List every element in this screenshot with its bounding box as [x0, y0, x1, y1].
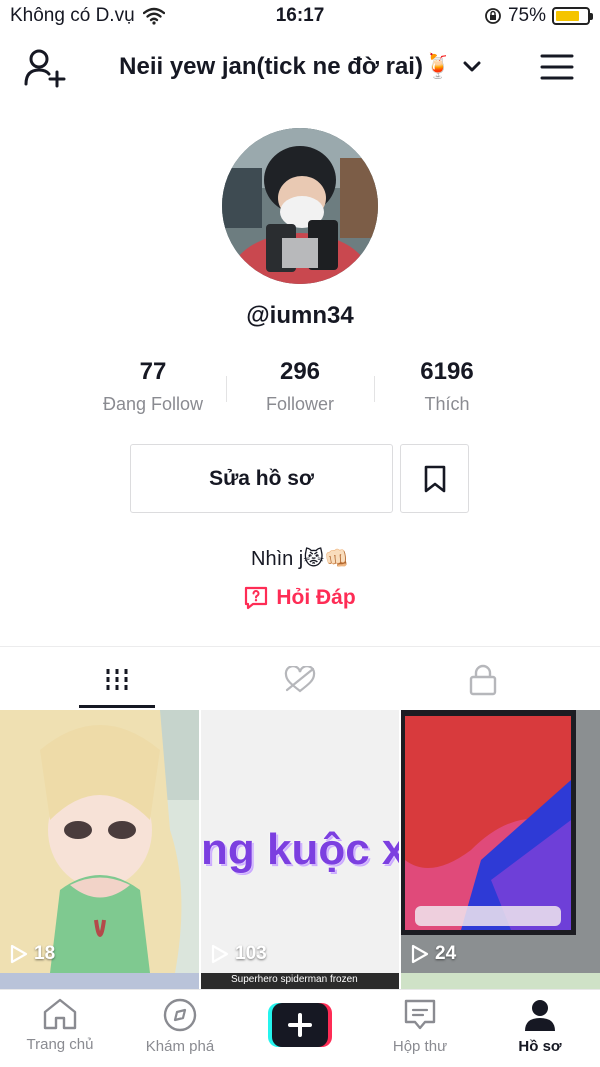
- bookmark-icon: [424, 465, 445, 492]
- stat-likes[interactable]: 6196 Thích: [367, 358, 527, 415]
- status-bar: Không có D.vụ 16:17 75%: [0, 0, 600, 34]
- stat-followers[interactable]: 296 Follower: [220, 358, 380, 415]
- compass-icon: [163, 998, 197, 1032]
- video-thumbnail[interactable]: [0, 973, 199, 989]
- question-answer-icon: [245, 586, 268, 610]
- tab-liked[interactable]: [200, 656, 400, 704]
- battery-fill: [556, 11, 579, 21]
- liked-hidden-icon: [284, 666, 316, 693]
- view-count: 24: [411, 943, 456, 965]
- battery-icon: [552, 7, 593, 25]
- grid-icon: [106, 669, 128, 691]
- lock-icon: [469, 664, 497, 696]
- view-count-number: 103: [235, 943, 267, 964]
- status-right: 75%: [484, 5, 593, 27]
- view-count: 103: [211, 943, 267, 965]
- view-count-number: 24: [435, 943, 457, 964]
- followers-count: 296: [279, 358, 321, 385]
- battery-percent: 75%: [507, 5, 546, 26]
- avatar-photo: [222, 128, 378, 284]
- video-thumbnail-image: [401, 710, 600, 973]
- add-user-icon[interactable]: [24, 48, 66, 88]
- following-label: Đang Follow: [102, 394, 204, 414]
- following-count: 77: [139, 358, 167, 385]
- view-count: 18: [10, 943, 55, 965]
- chevron-down-icon: [463, 61, 481, 71]
- bookmarks-button[interactable]: [400, 444, 469, 513]
- likes-count: 6196: [420, 358, 474, 385]
- create-button[interactable]: [268, 1003, 332, 1047]
- hamburger-menu-icon[interactable]: [540, 52, 574, 82]
- edit-profile-button[interactable]: Sửa hồ sơ: [130, 444, 393, 513]
- nav-profile-label: Hồ sơ: [518, 1038, 562, 1055]
- account-name: Neii yew jan(tick ne đờ rai)🍹: [119, 53, 453, 80]
- nav-home-label: Trang chủ: [26, 1036, 94, 1053]
- tab-private[interactable]: [383, 656, 583, 704]
- nav-discover-label: Khám phá: [145, 1038, 215, 1055]
- followers-label: Follower: [265, 394, 335, 414]
- qa-link[interactable]: Hỏi Đáp: [0, 586, 600, 610]
- profile-header: Neii yew jan(tick ne đờ rai)🍹: [0, 40, 600, 96]
- orientation-lock-icon: [485, 8, 501, 24]
- nav-home[interactable]: Trang chủ: [0, 998, 120, 1053]
- avatar[interactable]: [222, 128, 378, 284]
- nav-profile[interactable]: Hồ sơ: [480, 998, 600, 1055]
- username: @iumn34: [246, 302, 354, 329]
- tab-videos[interactable]: [17, 656, 217, 704]
- profile-icon: [525, 1000, 555, 1031]
- home-icon: [43, 998, 77, 1030]
- view-count-number: 18: [34, 943, 56, 964]
- video-thumbnail[interactable]: ng kuộc x 103: [201, 710, 399, 973]
- bottom-nav: Trang chủ Khám phá Hộp thư Hồ sơ: [0, 989, 600, 1067]
- video-caption: ng kuộc x: [201, 825, 399, 874]
- video-thumbnail[interactable]: [401, 973, 600, 989]
- nav-inbox[interactable]: Hộp thư: [360, 998, 480, 1055]
- play-icon: [10, 944, 28, 964]
- inbox-icon: [404, 999, 436, 1030]
- stats-row: 77 Đang Follow 296 Follower 6196 Thích: [0, 358, 600, 422]
- video-caption: Superhero spiderman frozen: [231, 974, 358, 985]
- bio-text: Nhìn j😾👊🏻: [251, 548, 349, 570]
- plus-icon: [268, 1003, 332, 1047]
- play-icon: [211, 944, 229, 964]
- play-icon: [411, 944, 429, 964]
- bio: Nhìn j😾👊🏻: [0, 546, 600, 571]
- tabs-divider: [0, 646, 600, 647]
- account-switcher[interactable]: Neii yew jan(tick ne đờ rai)🍹: [100, 52, 500, 81]
- video-thumbnail[interactable]: Superhero spiderman frozen: [201, 973, 399, 989]
- nav-discover[interactable]: Khám phá: [120, 998, 240, 1055]
- likes-label: Thích: [424, 394, 470, 414]
- video-thumbnail[interactable]: 18: [0, 710, 199, 973]
- stat-following[interactable]: 77 Đang Follow: [73, 358, 233, 415]
- active-tab-indicator: [79, 705, 155, 708]
- nav-inbox-label: Hộp thư: [392, 1038, 448, 1055]
- video-thumbnail-image: [0, 710, 199, 973]
- qa-label: Hỏi Đáp: [276, 586, 356, 609]
- video-thumbnail[interactable]: 24: [401, 710, 600, 973]
